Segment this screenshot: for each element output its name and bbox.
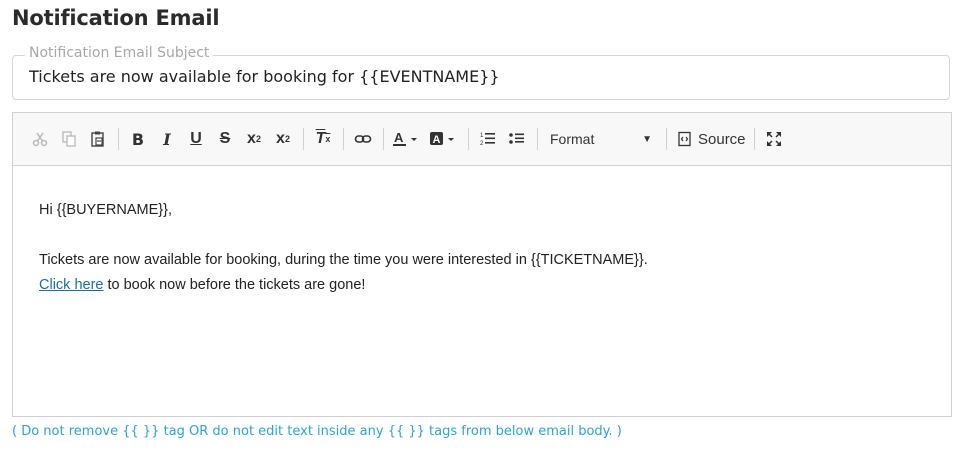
format-dropdown[interactable]: Format ▼: [546, 125, 658, 153]
svg-text:1: 1: [480, 133, 484, 139]
text-color-icon[interactable]: A: [390, 125, 424, 153]
toolbar-separator: [303, 128, 304, 150]
format-label: Format: [550, 131, 595, 147]
toolbar-separator: [666, 128, 667, 150]
bold-icon[interactable]: B: [125, 125, 151, 153]
cut-icon[interactable]: [27, 125, 53, 153]
bulleted-list-icon[interactable]: [504, 125, 530, 153]
email-body-content[interactable]: Hi {{BUYERNAME}}, Tickets are now availa…: [13, 166, 951, 298]
subject-label: Notification Email Subject: [25, 45, 214, 61]
toolbar-separator: [118, 128, 119, 150]
greeting-line: Hi {{BUYERNAME}},: [39, 202, 172, 218]
body-line: Click here to book now before the ticket…: [39, 273, 925, 298]
maximize-icon[interactable]: [761, 125, 787, 153]
link-icon[interactable]: [350, 125, 376, 153]
subject-field[interactable]: Notification Email Subject: [12, 45, 950, 100]
subscript-icon[interactable]: x2: [241, 125, 267, 153]
warning-note: ( Do not remove {{ }} tag OR do not edit…: [12, 424, 622, 439]
svg-text:2: 2: [480, 141, 484, 147]
email-body-editor: B I U S x2 x2 Tx A A 12 Format ▼ Source …: [12, 112, 952, 417]
numbered-list-icon[interactable]: 12: [475, 125, 501, 153]
page-title: Notification Email: [12, 6, 220, 30]
subject-input[interactable]: [29, 67, 929, 86]
editor-toolbar: B I U S x2 x2 Tx A A 12 Format ▼ Source: [13, 113, 951, 166]
svg-text:A: A: [433, 134, 441, 146]
click-here-link[interactable]: Click here: [39, 277, 103, 293]
background-color-icon[interactable]: A: [427, 125, 461, 153]
paste-icon[interactable]: [85, 125, 111, 153]
toolbar-separator: [468, 128, 469, 150]
superscript-icon[interactable]: x2: [270, 125, 296, 153]
toolbar-separator: [343, 128, 344, 150]
source-button[interactable]: Source: [673, 131, 750, 148]
body-line-rest: to book now before the tickets are gone!: [103, 277, 366, 293]
svg-text:A: A: [394, 130, 404, 145]
strikethrough-icon[interactable]: S: [212, 125, 238, 153]
toolbar-separator: [753, 128, 755, 150]
underline-icon[interactable]: U: [183, 125, 209, 153]
italic-icon[interactable]: I: [154, 125, 180, 153]
toolbar-separator: [383, 128, 384, 150]
copy-icon[interactable]: [56, 125, 82, 153]
remove-format-icon[interactable]: Tx: [310, 125, 336, 153]
body-line: Tickets are now available for booking, d…: [39, 252, 648, 268]
source-icon: [678, 131, 691, 147]
source-label: Source: [698, 130, 746, 148]
toolbar-separator: [537, 128, 538, 150]
caret-down-icon: ▼: [642, 133, 652, 145]
